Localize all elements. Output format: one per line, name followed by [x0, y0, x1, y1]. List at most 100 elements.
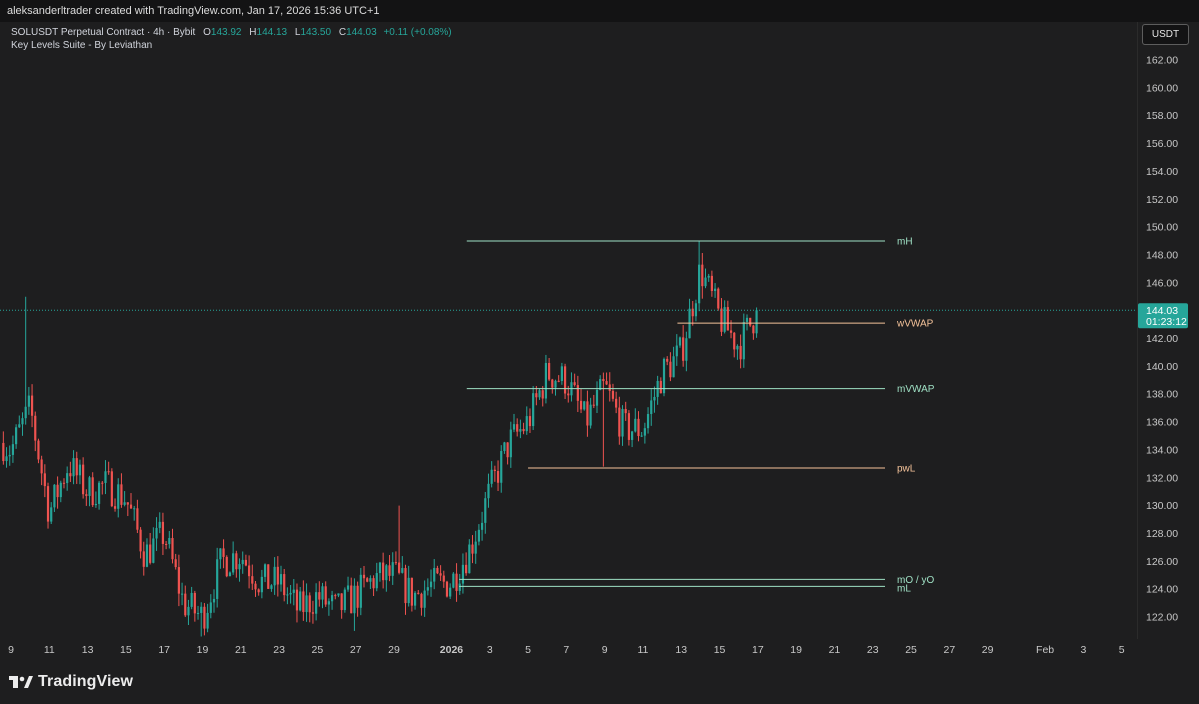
price-tick-label: 162.00 [1146, 55, 1178, 67]
open-value: 143.92 [210, 27, 242, 38]
candle-body [165, 543, 168, 545]
candle-body [8, 454, 11, 457]
candle-body [627, 413, 631, 440]
candle-body [372, 578, 375, 589]
candle-body [350, 585, 353, 614]
candle-body [407, 577, 410, 604]
price-tick-label: 158.00 [1146, 110, 1178, 122]
candle-body [541, 390, 544, 399]
candle-body [391, 562, 394, 576]
candle-body [439, 573, 442, 576]
candle-body [120, 484, 123, 505]
candle-body [136, 508, 139, 530]
candle-body [666, 358, 669, 362]
candle-body [736, 345, 739, 350]
candle-body [43, 473, 46, 487]
candle-body [398, 562, 401, 573]
tradingview-logo-icon [9, 676, 33, 688]
candle-body [362, 574, 366, 579]
candle-body [465, 564, 468, 574]
candle-body [532, 393, 535, 427]
candle-body [461, 564, 465, 584]
candle-body [544, 362, 548, 399]
candle-body [34, 415, 37, 441]
candle-body [522, 429, 525, 432]
candle-body [471, 544, 474, 554]
candle-body [72, 458, 75, 477]
candle-body [717, 288, 720, 309]
candle-body [551, 379, 554, 388]
candle-body [742, 321, 745, 360]
candle-body [129, 504, 133, 509]
candle-body [729, 330, 733, 333]
candle-body [468, 544, 471, 574]
candle-body [733, 332, 736, 350]
candle-body [97, 482, 101, 504]
candle-body [15, 427, 18, 445]
candle-body [678, 337, 682, 346]
candle-body [267, 564, 270, 589]
candle-body [91, 477, 94, 506]
candle-body [321, 586, 324, 600]
candle-body [168, 538, 171, 545]
candle-body [445, 581, 449, 597]
candle-body [334, 595, 337, 597]
candle-body [2, 442, 5, 462]
currency-button[interactable]: USDT [1142, 24, 1189, 45]
candle-body [586, 401, 589, 426]
candle-body [107, 471, 110, 473]
candle-body [477, 529, 480, 542]
candle-body [611, 390, 615, 399]
candle-body [209, 602, 212, 613]
candle-body [739, 345, 742, 360]
candle-body [263, 564, 267, 577]
candle-body [589, 404, 592, 426]
candle-body [595, 389, 599, 406]
candle-body [669, 361, 672, 378]
open-label: O [203, 27, 211, 38]
candle-body [276, 566, 279, 585]
candle-body [145, 544, 149, 567]
time-tick-label: 13 [82, 644, 94, 656]
candle-body [653, 396, 656, 401]
candle-body [139, 529, 142, 552]
candle-body [123, 502, 126, 505]
key-level-label: pwL [897, 464, 916, 475]
tradingview-logo[interactable]: TradingView [9, 673, 133, 691]
key-level-label: mVWAP [897, 384, 935, 395]
symbol-legend: SOLUSDT Perpetual Contract · 4h · Bybit … [11, 27, 452, 38]
candle-body [216, 559, 219, 599]
candle-body [378, 562, 382, 574]
candle-body [203, 606, 206, 629]
candle-body [720, 308, 723, 332]
candle-body [420, 593, 423, 608]
candle-body [235, 553, 238, 570]
candle-body [528, 416, 532, 427]
candle-body [579, 400, 583, 410]
candle-body [452, 573, 455, 588]
candle-body [592, 404, 595, 406]
candle-body [228, 572, 232, 577]
candle-body [474, 541, 477, 554]
price-tick-label: 160.00 [1146, 82, 1178, 94]
time-tick-label: 3 [487, 644, 493, 656]
candle-body [707, 275, 710, 278]
candle-body [27, 395, 30, 407]
candle-body [423, 590, 426, 608]
candle-body [346, 585, 350, 590]
candle-body [548, 362, 551, 380]
price-tick-label: 140.00 [1146, 361, 1178, 373]
candle-body [142, 551, 145, 567]
candle-body [299, 591, 302, 611]
candle-body [177, 567, 180, 594]
indicator-title[interactable]: Key Levels Suite - By Leviathan [11, 40, 152, 51]
time-tick-label: 7 [563, 644, 569, 656]
candle-body [525, 416, 528, 432]
candle-body [244, 559, 248, 566]
high-value: 144.13 [256, 27, 288, 38]
candle-body [292, 589, 295, 593]
candle-body [315, 592, 318, 614]
close-label: C [338, 27, 347, 38]
low-value: 143.50 [300, 27, 332, 38]
candle-body [85, 494, 88, 496]
